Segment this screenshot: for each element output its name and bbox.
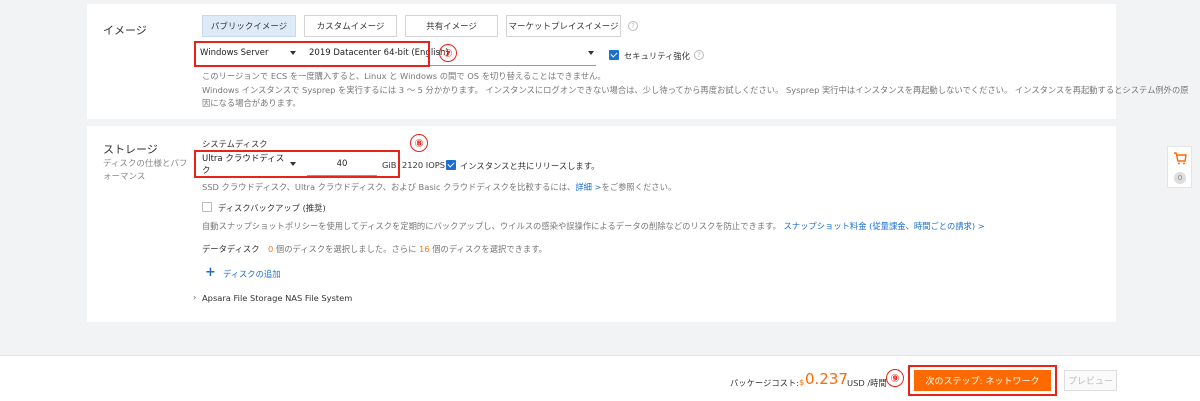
- disk-size-value: 40: [336, 159, 348, 169]
- cart-widget[interactable]: 0: [1167, 146, 1192, 188]
- chevron-right-icon[interactable]: ›: [193, 292, 196, 302]
- data-disk-status: 0 個のディスクを選択しました。さらに 16 個のディスクを選択できます。: [268, 243, 547, 255]
- data-disk-text2: 個のディスクを選択できます。: [432, 244, 547, 254]
- tab-shared-image[interactable]: 共有イメージ: [405, 15, 498, 37]
- step-marker-9: ⑨: [886, 369, 904, 387]
- package-cost-label: パッケージコスト:: [730, 378, 800, 388]
- system-disk-label: システムディスク: [202, 139, 268, 149]
- disk-type-value: Ultra クラウドディスク: [202, 154, 285, 176]
- disk-size-input[interactable]: 40: [307, 153, 377, 175]
- help-icon[interactable]: ?: [628, 21, 638, 31]
- price-unit: USD /時間: [847, 378, 887, 388]
- tab-public-image[interactable]: パブリックイメージ: [202, 15, 296, 37]
- disk-compare-note: SSD クラウドディスク、Ultra クラウドディスク、および Basic クラ…: [202, 181, 676, 193]
- next-step-network-button[interactable]: 次のステップ: ネットワーク: [914, 370, 1051, 391]
- disk-compare-suffix: をご参照ください。: [601, 182, 677, 192]
- storage-section: ストレージ ディスクの仕様とパフォーマンス システムディスク ⑧ Ultra ク…: [87, 126, 1116, 322]
- snapshot-pricing-link[interactable]: スナップショット料金 (従量課金、時間ごとの請求) >: [784, 221, 985, 231]
- security-checkbox[interactable]: [609, 50, 619, 60]
- data-disk-remaining: 16: [419, 244, 430, 254]
- sysprep-note-line2: 因になる場合があります。: [202, 98, 301, 108]
- tab-custom-image[interactable]: カスタムイメージ: [304, 15, 397, 37]
- tab-marketplace-image[interactable]: マーケットプレイスイメージ: [506, 15, 621, 37]
- step-marker-7: ⑦: [439, 44, 457, 62]
- image-section: イメージ パブリックイメージ カスタムイメージ 共有イメージ マーケットプレイス…: [87, 4, 1189, 119]
- highlight-box-os: [194, 41, 430, 67]
- disk-backup-checkbox[interactable]: [202, 202, 212, 212]
- help-icon[interactable]: ?: [694, 50, 704, 60]
- package-price: 0.237: [805, 370, 848, 388]
- disk-unit: GiB: [382, 160, 397, 170]
- plus-icon[interactable]: +: [205, 265, 216, 280]
- data-disk-count: 0: [268, 244, 274, 254]
- data-disk-label: データディスク: [202, 244, 260, 254]
- release-with-instance-checkbox[interactable]: [446, 160, 456, 170]
- nas-toggle[interactable]: Apsara File Storage NAS File System: [202, 293, 352, 303]
- release-with-instance-label: インスタンスと共にリリースします。: [460, 161, 600, 171]
- disk-backup-label: ディスクバックアップ (推奨): [218, 203, 326, 213]
- sysprep-note-line1: Windows インスタンスで Sysprep を実行するには 3 ～ 5 分か…: [202, 85, 1189, 95]
- disk-type-select[interactable]: Ultra クラウドディスク: [202, 153, 296, 176]
- footer-bar: パッケージコスト: $ 0.237 USD /時間 ⑨ 次のステップ: ネットワ…: [0, 355, 1200, 401]
- add-disk-button[interactable]: ディスクの追加: [223, 268, 281, 280]
- disk-size-underline: [307, 175, 377, 176]
- storage-section-subtitle: ディスクの仕様とパフォーマンス: [103, 159, 188, 182]
- chevron-down-icon: [588, 51, 594, 55]
- data-disk-text1: 個のディスクを選択しました。さらに: [275, 244, 417, 254]
- os-switch-note: このリージョンで ECS を一度購入すると、Linux と Windows の間…: [202, 71, 606, 81]
- cart-count-badge: 0: [1174, 172, 1186, 184]
- backup-note-text: 自動スナップショットポリシーを使用してディスクを定期的にバックアップし、ウイルス…: [202, 221, 781, 231]
- security-label: セキュリティ強化: [624, 51, 690, 61]
- disk-iops: 2120 IOPS: [402, 160, 445, 170]
- image-section-title: イメージ: [103, 24, 147, 37]
- disk-compare-link[interactable]: 詳細 >: [575, 182, 601, 192]
- cart-icon: [1174, 152, 1187, 165]
- preview-button[interactable]: プレビュー: [1064, 370, 1117, 391]
- backup-note: 自動スナップショットポリシーを使用してディスクを定期的にバックアップし、ウイルス…: [202, 220, 985, 232]
- currency-symbol: $: [799, 377, 805, 387]
- step-marker-8: ⑧: [410, 134, 428, 152]
- storage-section-title: ストレージ: [103, 143, 158, 156]
- disk-compare-text: SSD クラウドディスク、Ultra クラウドディスク、および Basic クラ…: [202, 182, 576, 192]
- chevron-down-icon: [290, 162, 296, 166]
